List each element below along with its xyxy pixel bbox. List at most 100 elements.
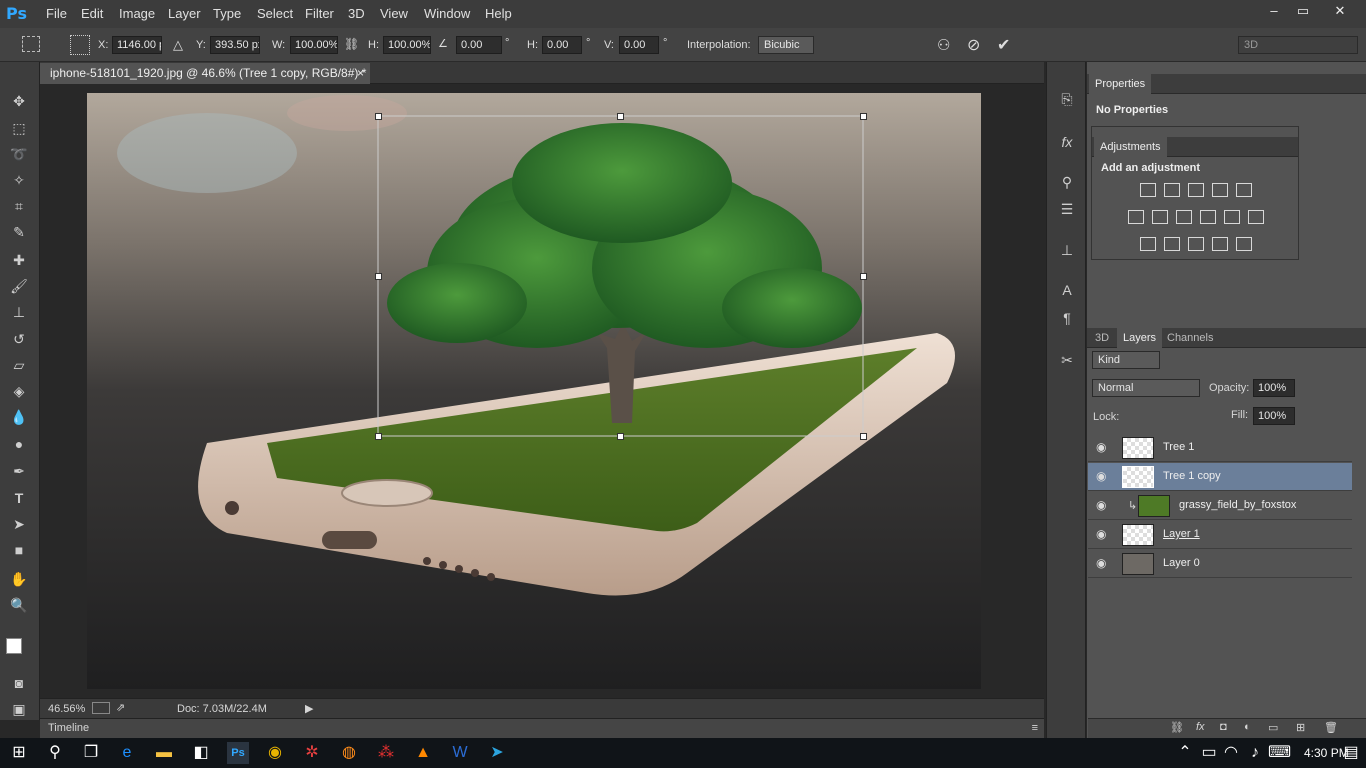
gradient-map-icon[interactable] (1236, 237, 1252, 251)
document-tab[interactable]: iphone-518101_1920.jpg @ 46.6% (Tree 1 c… (40, 63, 370, 84)
transform-handle[interactable] (617, 433, 624, 440)
character-icon[interactable]: A (1057, 280, 1077, 300)
volume-icon[interactable]: ♪ (1244, 742, 1266, 764)
layer-row[interactable]: ◉ Layer 1 (1088, 521, 1352, 549)
width-field[interactable]: 100.00% (290, 36, 338, 54)
interpolation-select[interactable]: Bicubic (758, 36, 814, 54)
curves-icon[interactable] (1188, 183, 1204, 197)
pen-tool-icon[interactable]: ✒ (8, 460, 30, 482)
type-tool-icon[interactable]: T (8, 487, 30, 509)
share-icon[interactable]: ⇗ (116, 701, 125, 714)
color-balance-icon[interactable] (1152, 210, 1168, 224)
blur-tool-icon[interactable]: 💧 (8, 406, 30, 428)
healing-brush-icon[interactable]: ✚ (8, 249, 30, 271)
foreground-color-swatch[interactable] (6, 638, 22, 654)
threshold-icon[interactable] (1188, 237, 1204, 251)
timeline-menu-icon[interactable]: ≡ (1032, 722, 1038, 734)
height-field[interactable]: 100.00% (383, 36, 431, 54)
levels-icon[interactable] (1164, 183, 1180, 197)
timeline-tab[interactable]: Timeline (48, 722, 89, 734)
notifications-icon[interactable]: ▤ (1340, 742, 1362, 764)
properties-tab[interactable]: Properties (1089, 74, 1152, 94)
clone-source-icon[interactable]: ⊥ (1057, 240, 1077, 260)
hskew-field[interactable]: 0.00 (542, 36, 582, 54)
adjustments-sliders-icon[interactable]: ☰ (1057, 199, 1077, 219)
menu-help[interactable]: Help (485, 6, 512, 21)
edge-icon[interactable]: e (116, 742, 138, 764)
path-selection-icon[interactable]: ➤ (8, 513, 30, 535)
x-field[interactable]: 1146.00 p: (112, 36, 162, 54)
opacity-field[interactable]: 100% (1253, 379, 1295, 397)
restore-button[interactable]: ▭ (1289, 2, 1317, 20)
workspace-select[interactable]: 3D (1238, 36, 1358, 54)
menu-type[interactable]: Type (213, 6, 241, 21)
canvas-image[interactable] (87, 93, 981, 689)
minimize-button[interactable]: – (1260, 2, 1288, 20)
crop-tool-icon[interactable]: ⌗ (8, 195, 30, 217)
reference-point-icon[interactable] (70, 35, 90, 55)
link-layers-icon[interactable]: ⛓ (1170, 721, 1184, 734)
dodge-tool-icon[interactable]: ● (8, 433, 30, 455)
warp-icon[interactable]: ⚇ (937, 36, 950, 54)
styles-icon[interactable]: fx (1057, 132, 1077, 152)
transform-handle[interactable] (375, 433, 382, 440)
app-dots-icon[interactable]: ⁂ (375, 742, 397, 764)
telegram-icon[interactable]: ➤ (486, 742, 508, 764)
new-layer-icon[interactable]: ⊞ (1296, 721, 1305, 734)
document-tab-close[interactable]: × (357, 63, 364, 84)
adjustments-tab[interactable]: Adjustments (1094, 137, 1167, 157)
cancel-transform-icon[interactable]: ⊘ (967, 35, 980, 55)
channel-mixer-icon[interactable] (1224, 210, 1240, 224)
settings-app-icon[interactable]: ✲ (301, 742, 323, 764)
layer-row-selected[interactable]: ◉ Tree 1 copy (1088, 463, 1352, 491)
menu-window[interactable]: Window (424, 6, 470, 21)
transform-handle[interactable] (375, 273, 382, 280)
visibility-eye-icon[interactable]: ◉ (1096, 556, 1110, 570)
word-icon[interactable]: W (449, 742, 471, 764)
history-icon[interactable]: ⎘ (1057, 89, 1077, 109)
fill-field[interactable]: 100% (1253, 407, 1295, 425)
menu-image[interactable]: Image (119, 6, 155, 21)
paragraph-icon[interactable]: ¶ (1057, 308, 1077, 328)
battery-icon[interactable]: ▭ (1198, 742, 1220, 764)
add-mask-icon[interactable]: ◘ (1220, 721, 1227, 733)
transform-handle[interactable] (617, 113, 624, 120)
vlc-icon[interactable]: ▲ (412, 742, 434, 764)
eyedropper-icon[interactable]: ✎ (8, 221, 30, 243)
marquee-tool-icon[interactable]: ⬚ (8, 117, 30, 139)
transform-handle[interactable] (860, 273, 867, 280)
layer-name[interactable]: Layer 0 (1163, 557, 1200, 569)
selective-color-icon[interactable] (1212, 237, 1228, 251)
search-icon[interactable]: ⚲ (44, 742, 66, 764)
firefox-icon[interactable]: ◍ (338, 742, 360, 764)
brush-presets-icon[interactable]: ⚲ (1057, 172, 1077, 192)
status-menu-arrow-icon[interactable]: ▶ (305, 702, 313, 715)
transform-handle[interactable] (860, 433, 867, 440)
tool-presets-icon[interactable]: ✂ (1057, 350, 1077, 370)
menu-filter[interactable]: Filter (305, 6, 334, 21)
hand-tool-icon[interactable]: ✋ (8, 568, 30, 590)
tab-layers[interactable]: Layers (1117, 328, 1163, 348)
lasso-tool-icon[interactable]: ➰ (8, 143, 30, 165)
keyboard-icon[interactable]: ⌨ (1268, 742, 1291, 764)
eraser-tool-icon[interactable]: ▱ (8, 354, 30, 376)
layer-name[interactable]: Tree 1 copy (1163, 470, 1221, 482)
invert-icon[interactable] (1140, 237, 1156, 251)
chrome-icon[interactable]: ◉ (264, 742, 286, 764)
shape-tool-icon[interactable]: ■ (8, 539, 30, 561)
layer-row[interactable]: ◉ ↳ grassy_field_by_foxstox (1088, 492, 1352, 520)
menu-file[interactable]: File (46, 6, 67, 21)
quick-mask-icon[interactable]: ◙ (8, 672, 30, 694)
tray-chevron-icon[interactable]: ⌃ (1174, 742, 1196, 764)
brightness-icon[interactable] (1140, 183, 1156, 197)
menu-3d[interactable]: 3D (348, 6, 365, 21)
wifi-icon[interactable]: ◠ (1220, 742, 1242, 764)
photoshop-taskbar-icon[interactable]: Ps (227, 742, 249, 764)
color-lookup-icon[interactable] (1248, 210, 1264, 224)
angle-field[interactable]: 0.00 (456, 36, 502, 54)
file-explorer-icon[interactable]: ▬ (153, 742, 175, 764)
transform-handle[interactable] (375, 113, 382, 120)
black-white-icon[interactable] (1176, 210, 1192, 224)
y-field[interactable]: 393.50 px (210, 36, 260, 54)
move-tool-icon[interactable]: ✥ (8, 90, 30, 112)
